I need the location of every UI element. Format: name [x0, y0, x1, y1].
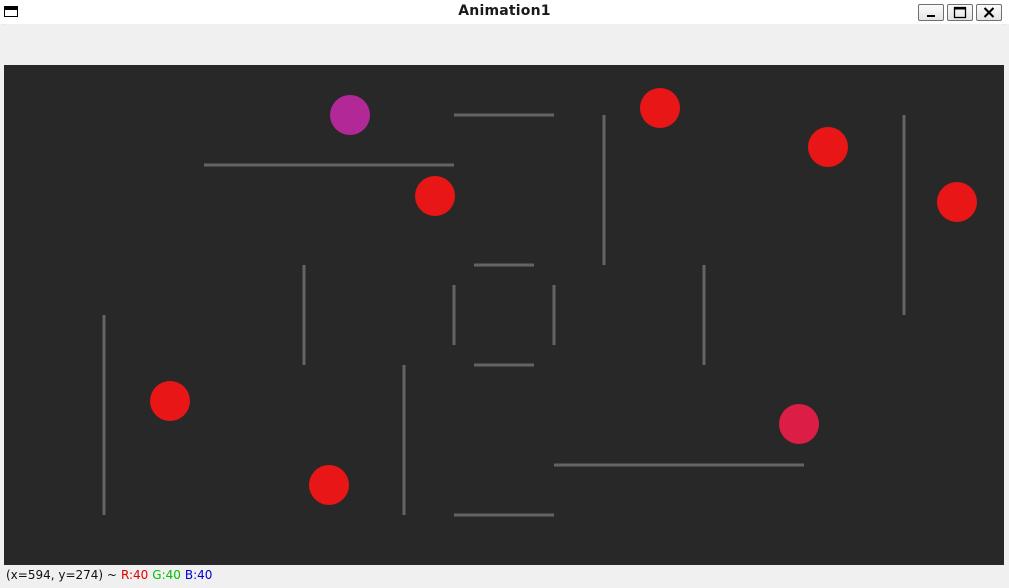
ball [937, 182, 977, 222]
app-window: Animation1 (x=594, y=274) ~ R:40 G:40 B:40 [0, 0, 1009, 588]
close-icon [983, 7, 995, 18]
status-bar: (x=594, y=274) ~ R:40 G:40 B:40 [0, 565, 1009, 588]
title-bar[interactable]: Animation1 [0, 0, 1009, 24]
ball [779, 404, 819, 444]
maximize-button[interactable] [947, 4, 973, 21]
animation-canvas[interactable] [4, 65, 1004, 565]
close-button[interactable] [976, 4, 1002, 21]
ball [808, 127, 848, 167]
status-green-value: G:40 [152, 568, 181, 582]
status-coordinates: (x=594, y=274) ~ [6, 568, 117, 582]
minimize-icon [927, 15, 935, 17]
ball [415, 176, 455, 216]
ball [330, 95, 370, 135]
toolbar-area [4, 25, 1004, 65]
scene-svg [102, 88, 977, 517]
status-red-value: R:40 [120, 568, 149, 582]
ball [640, 88, 680, 128]
ball [150, 381, 190, 421]
maximize-icon [953, 6, 967, 19]
minimize-button[interactable] [918, 4, 944, 21]
status-blue-value: B:40 [184, 568, 213, 582]
ball [309, 465, 349, 505]
window-title: Animation1 [458, 3, 551, 19]
